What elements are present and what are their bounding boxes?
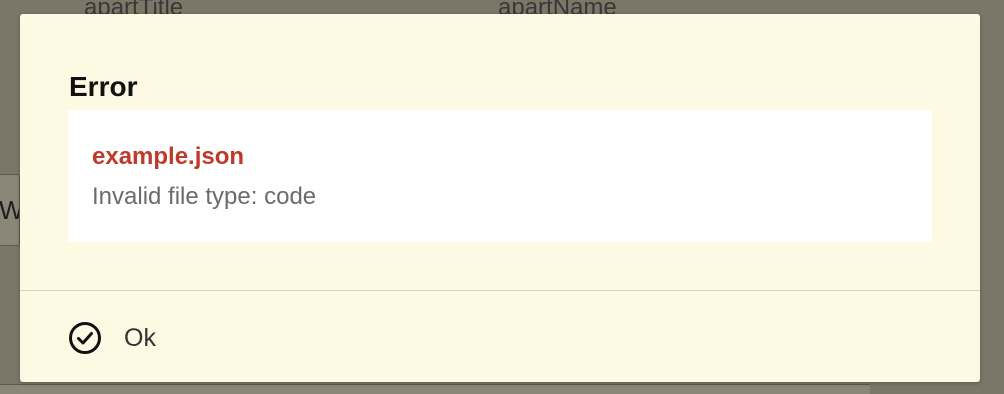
error-dialog: Error example.json Invalid file type: co… <box>20 14 980 382</box>
ok-button[interactable]: Ok <box>60 314 164 362</box>
background-button: Wi <box>0 174 20 246</box>
dialog-title: Error <box>69 71 138 102</box>
dialog-divider <box>20 290 980 291</box>
background-bottom-bar <box>0 384 870 394</box>
background-button-label: Wi <box>0 195 19 226</box>
error-details-box: example.json Invalid file type: code <box>68 110 932 242</box>
ok-button-label: Ok <box>124 323 156 352</box>
error-file-name: example.json <box>92 143 245 170</box>
check-circle-icon <box>68 321 102 355</box>
error-message: Invalid file type: code <box>92 183 317 210</box>
